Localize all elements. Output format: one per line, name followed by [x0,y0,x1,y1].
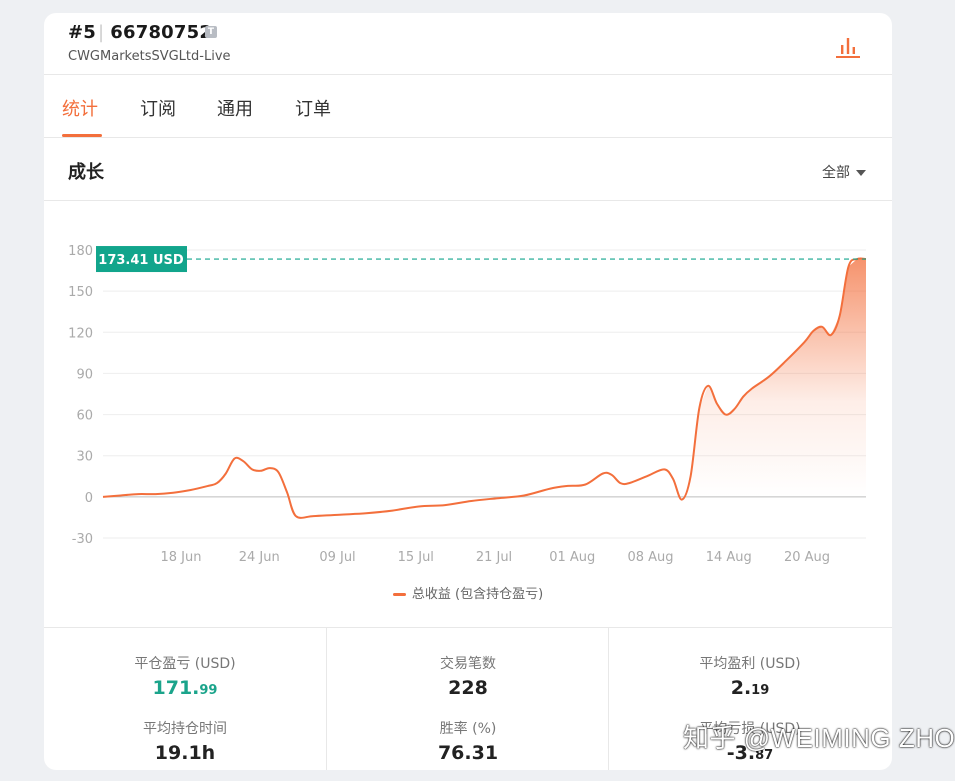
win-rate-value: 76.31 [437,742,499,764]
y-tick-label: 30 [76,450,93,465]
account-stats-card: #5 | 66780752 T CWGMarketsSVGLtd-Live 统计 订… [44,13,892,770]
account-id: #5 | 66780752 [68,22,212,43]
legend-label: 总收益 (包含持仓盈亏) [411,587,544,602]
x-tick-label: 21 Jul [476,550,512,565]
y-tick-label: 0 [85,491,93,506]
closed-pnl-label: 平仓盈亏 (USD) [134,656,236,672]
account-type-badge: T [205,26,217,38]
range-filter-dropdown[interactable]: 全部 [822,162,866,182]
chevron-down-icon [856,170,866,176]
account-separator: | [98,22,105,43]
x-tick-label: 14 Aug [706,550,752,565]
account-number: 66780752 [110,22,213,43]
chart-legend: 总收益 (包含持仓盈亏) [44,583,892,602]
server-name: CWGMarketsSVGLtd-Live [68,49,231,64]
avg-profit-value: 2.19 [609,677,891,699]
y-tick-label: 180 [68,244,93,259]
avg-hold-label: 平均持仓时间 [143,721,227,737]
y-tick-label: -30 [72,532,93,547]
closed-pnl-int: 171. [152,677,200,699]
stats-column-1: 平仓盈亏 (USD) 171.99 平均持仓时间 19.1h [44,628,326,770]
win-rate-label: 胜率 (%) [439,721,497,737]
x-tick-label: 01 Aug [549,550,595,565]
range-filter-label: 全部 [822,165,850,181]
legend-swatch [392,593,406,596]
avg-profit-label: 平均盈利 (USD) [699,656,801,672]
series-area [690,259,866,497]
tab-statistics[interactable]: 统计 [62,95,98,121]
y-tick-label: 120 [68,326,93,341]
stats-column-2: 交易笔数 228 胜率 (%) 76.31 [326,628,609,770]
y-tick-label: 60 [76,409,93,424]
growth-section-header: 成长 全部 [44,138,892,201]
account-header: #5 | 66780752 T CWGMarketsSVGLtd-Live [44,13,892,75]
closed-pnl-value: 171.99 [44,677,326,699]
watermark: 知乎 @WEIMING ZHOU [683,723,955,753]
tab-orders[interactable]: 订单 [295,95,331,121]
active-tab-indicator [62,134,102,137]
tab-bar: 统计 订阅 通用 订单 [44,75,892,138]
tab-general[interactable]: 通用 [217,95,253,121]
section-title: 成长 [68,162,104,183]
growth-chart: 180 150 120 90 60 30 0 -30 18 Jun 24 Jun 09 Jul 15 … [68,244,867,565]
trades-label: 交易笔数 [440,656,496,672]
bar-chart-icon[interactable] [834,35,862,59]
trades-value: 228 [448,677,488,699]
x-tick-label: 15 Jul [398,550,434,565]
avg-profit-dec: 19 [751,683,770,698]
x-tick-label: 18 Jun [161,550,202,565]
x-tick-label: 09 Jul [319,550,355,565]
current-value-label: 173.41 USD [98,253,184,268]
closed-pnl-dec: 99 [199,683,218,698]
x-tick-label: 24 Jun [239,550,280,565]
account-index: #5 [68,22,97,43]
y-tick-label: 90 [76,367,93,382]
avg-profit-int: 2. [730,677,752,699]
x-tick-label: 20 Aug [784,550,830,565]
avg-hold-value: 19.1h [154,742,216,764]
tab-subscribe[interactable]: 订阅 [140,95,176,121]
x-tick-label: 08 Aug [627,550,673,565]
y-tick-label: 150 [68,285,93,300]
